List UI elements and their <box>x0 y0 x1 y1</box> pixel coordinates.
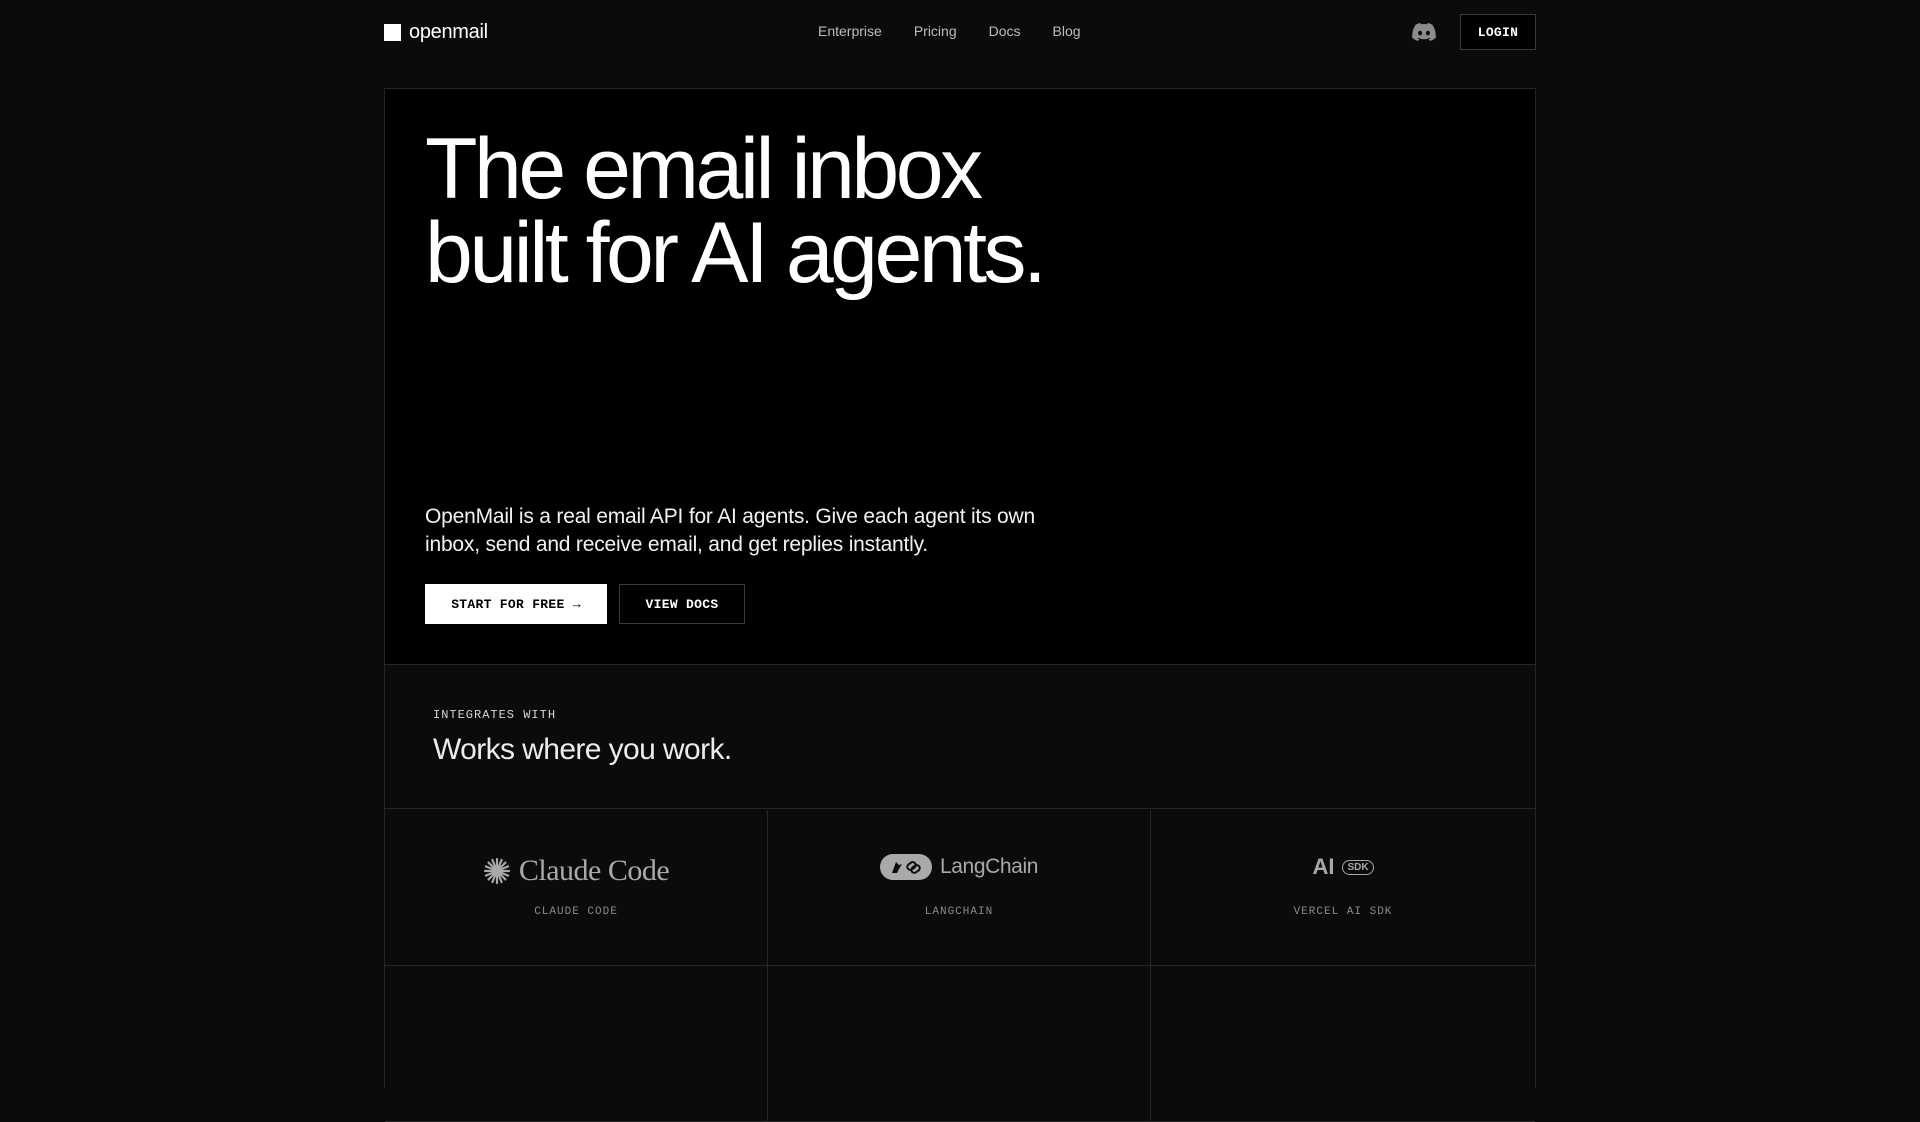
login-button[interactable]: LOGIN <box>1460 14 1536 50</box>
integrations-eyebrow: INTEGRATES WITH <box>433 708 557 722</box>
vercel-ai-sdk-label: VERCEL AI SDK <box>1293 906 1393 918</box>
langchain-parrot-link-icon <box>880 854 932 880</box>
hero-subtitle: OpenMail is a real email API for AI agen… <box>425 505 1035 556</box>
langchain-badge-glyph <box>892 861 921 874</box>
nav-links: Enterprise Pricing Docs Blog <box>818 23 1081 39</box>
brand-logo-link[interactable]: openmail <box>384 21 488 44</box>
integrations-grid: Claude Code CLAUDE CODE LangChain LANGCH… <box>385 810 1535 1122</box>
integration-card-row2-2[interactable] <box>768 966 1151 1122</box>
integrations-title: Works where you work. <box>433 733 732 766</box>
nav-link-docs[interactable]: Docs <box>989 23 1021 39</box>
top-navigation: openmail Enterprise Pricing Docs Blog LO… <box>0 0 1920 64</box>
langchain-label: LANGCHAIN <box>924 906 994 918</box>
integration-card-vercel-ai-sdk[interactable]: AI SDK VERCEL AI SDK <box>1151 810 1535 966</box>
main-frame: The email inbox built for AI agents. Ope… <box>384 88 1536 1122</box>
nav-link-enterprise[interactable]: Enterprise <box>818 23 882 39</box>
nav-link-pricing[interactable]: Pricing <box>914 23 957 39</box>
hero-title-line-2: built for AI agents. <box>425 205 1047 301</box>
sdk-badge: SDK <box>1342 859 1374 875</box>
claude-code-label: CLAUDE CODE <box>534 906 618 918</box>
integrations-header: INTEGRATES WITH Works where you work. <box>385 666 1535 809</box>
discord-glyph <box>1412 23 1436 41</box>
integration-card-row2-1[interactable] <box>385 966 768 1122</box>
ai-sdk-wordmark: AI <box>1312 854 1335 879</box>
langchain-logo: LangChain <box>768 854 1150 880</box>
integration-card-langchain[interactable]: LangChain LANGCHAIN <box>768 810 1151 966</box>
view-docs-button[interactable]: VIEW DOCS <box>619 584 745 624</box>
integration-card-row2-3[interactable] <box>1151 966 1535 1122</box>
square-logo-icon <box>384 24 401 41</box>
vercel-ai-sdk-icon: AI SDK <box>1151 854 1535 880</box>
hero-cta-row: START FOR FREE → VIEW DOCS <box>425 584 745 624</box>
langchain-wordmark: LangChain <box>940 855 1038 878</box>
hero-section: The email inbox built for AI agents. Ope… <box>385 89 1535 665</box>
brand-name: openmail <box>409 21 488 43</box>
claude-code-logo: Claude Code <box>385 854 767 888</box>
start-for-free-button[interactable]: START FOR FREE → <box>425 584 607 624</box>
claude-code-wordmark: Claude Code <box>518 854 670 887</box>
claude-starburst-icon <box>483 857 510 885</box>
discord-icon[interactable] <box>1412 22 1436 42</box>
hero-title: The email inbox built for AI agents. <box>425 126 1185 296</box>
nav-link-blog[interactable]: Blog <box>1053 23 1081 39</box>
hero-title-line-1: The email inbox <box>425 121 983 217</box>
integration-card-claude-code[interactable]: Claude Code CLAUDE CODE <box>385 810 768 966</box>
